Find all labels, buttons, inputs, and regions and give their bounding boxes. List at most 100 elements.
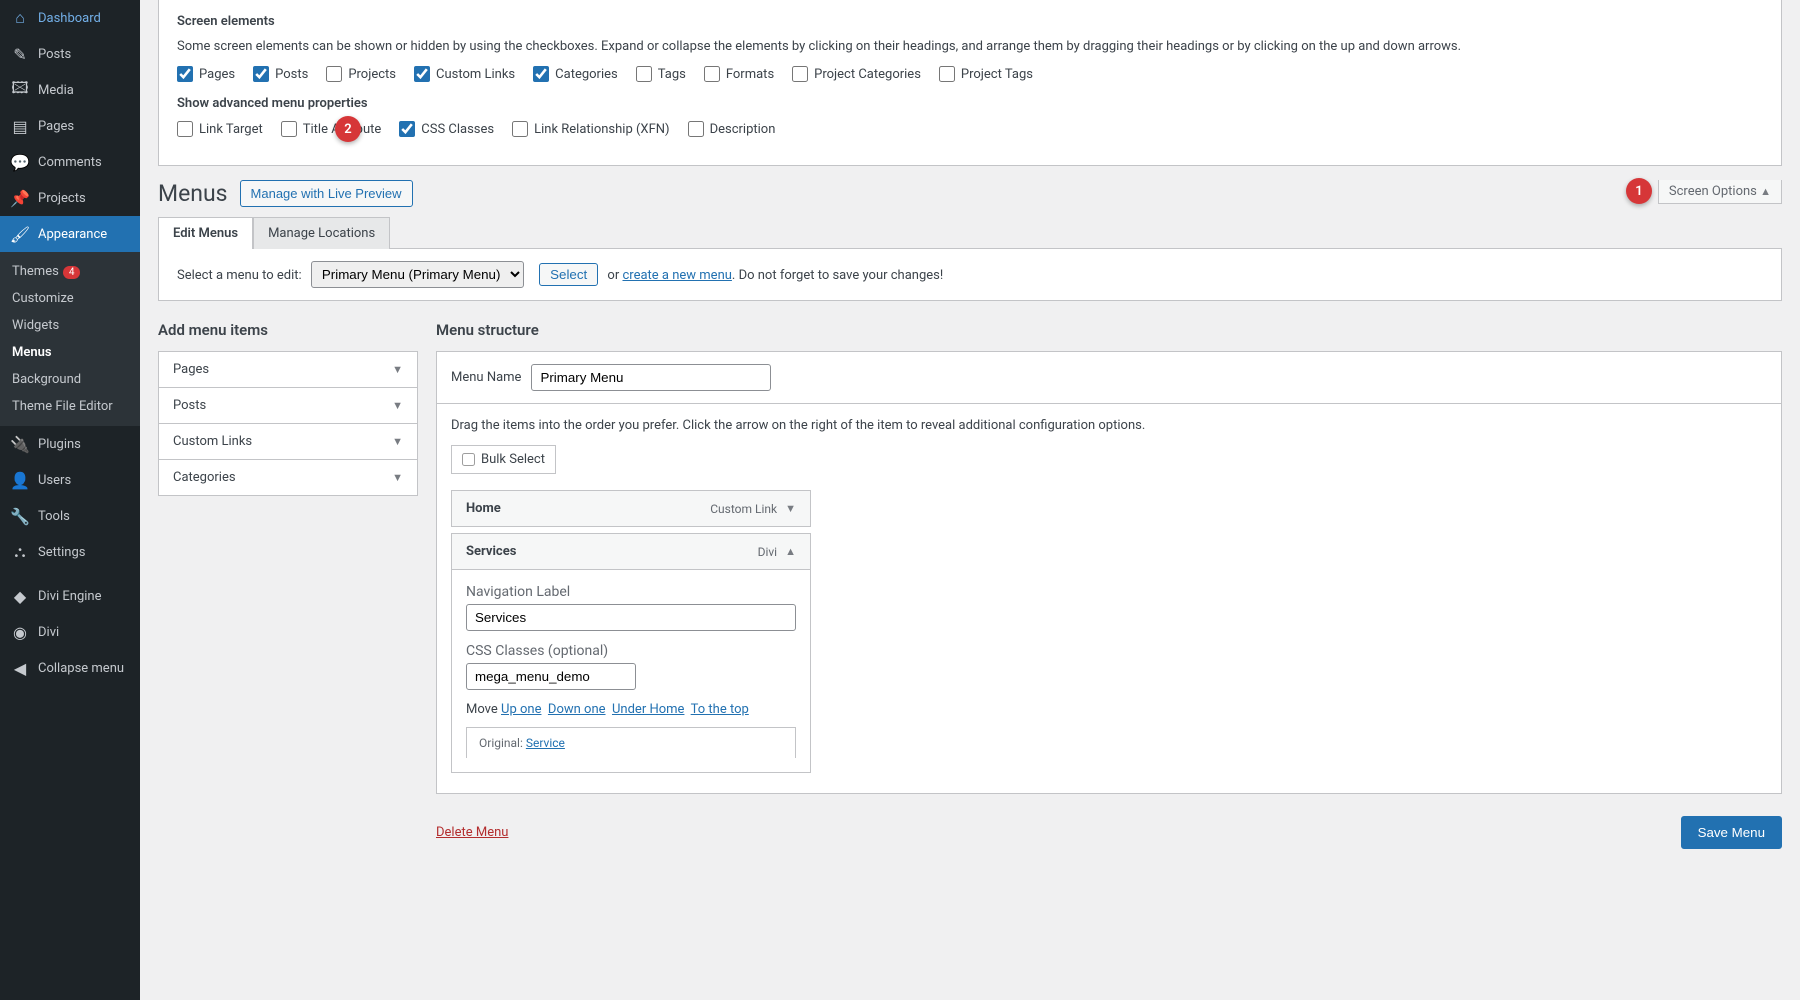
chk-formats[interactable]: Formats — [704, 66, 774, 82]
chk-title-attribute[interactable]: Title Attribute — [281, 121, 382, 137]
create-new-menu-link[interactable]: create a new menu — [622, 268, 731, 283]
move-up-one-link[interactable]: Up one — [501, 702, 541, 717]
chk-css-classes-input[interactable] — [399, 121, 415, 137]
chk-project-categories-input[interactable] — [792, 66, 808, 82]
chk-project-tags-input[interactable] — [939, 66, 955, 82]
sidebar-sub-widgets[interactable]: Widgets — [0, 312, 140, 339]
media-icon: 🖾 — [10, 80, 30, 100]
chk-tags-input[interactable] — [636, 66, 652, 82]
chk-description-input[interactable] — [688, 121, 704, 137]
chk-link-relationship-input[interactable] — [512, 121, 528, 137]
bulk-select-toggle[interactable]: Bulk Select — [451, 445, 556, 474]
sidebar-item-appearance[interactable]: 🖌Appearance — [0, 216, 140, 252]
move-label: Move — [466, 702, 498, 717]
chk-label: CSS Classes — [421, 122, 494, 137]
menu-structure-panel: Menu Name Drag the items into the order … — [436, 351, 1782, 794]
select-menu-button[interactable]: Select — [539, 263, 598, 286]
navigation-label-input[interactable] — [466, 604, 796, 631]
menu-item-home[interactable]: Home Custom Link▼ — [451, 490, 811, 527]
chk-tags[interactable]: Tags — [636, 66, 686, 82]
menu-item-header[interactable]: Home Custom Link▼ — [452, 491, 810, 526]
plugins-icon: 🔌 — [10, 434, 30, 454]
sidebar-item-label: Comments — [38, 155, 102, 170]
delete-menu-link[interactable]: Delete Menu — [436, 825, 508, 840]
screen-options-toggle[interactable]: Screen Options ▲ — [1658, 180, 1782, 204]
chk-posts-input[interactable] — [253, 66, 269, 82]
sidebar-item-divi-engine[interactable]: ◆Divi Engine — [0, 578, 140, 614]
divi-icon: ◉ — [10, 622, 30, 642]
sidebar-sub-background[interactable]: Background — [0, 366, 140, 393]
menu-select-dropdown[interactable]: Primary Menu (Primary Menu) — [311, 261, 524, 288]
sidebar-sub-customize[interactable]: Customize — [0, 285, 140, 312]
sidebar-item-dashboard[interactable]: ⌂Dashboard — [0, 0, 140, 36]
move-down-one-link[interactable]: Down one — [548, 702, 606, 717]
chk-project-tags[interactable]: Project Tags — [939, 66, 1033, 82]
sidebar-item-projects[interactable]: 📌Projects — [0, 180, 140, 216]
menu-item-services[interactable]: Services Divi▲ Navigation Label CSS Clas… — [451, 533, 811, 773]
save-menu-button[interactable]: Save Menu — [1681, 816, 1782, 849]
chk-pages-input[interactable] — [177, 66, 193, 82]
acc-posts[interactable]: Posts▼ — [159, 388, 417, 424]
chk-posts[interactable]: Posts — [253, 66, 308, 82]
chk-projects[interactable]: Projects — [326, 66, 396, 82]
chk-title-attribute-input[interactable] — [281, 121, 297, 137]
sidebar-item-pages[interactable]: ▤Pages — [0, 108, 140, 144]
chk-formats-input[interactable] — [704, 66, 720, 82]
acc-categories[interactable]: Categories▼ — [159, 460, 417, 495]
chk-link-relationship[interactable]: Link Relationship (XFN) — [512, 121, 669, 137]
sidebar-sub-menus[interactable]: Menus — [0, 339, 140, 366]
sidebar-item-divi[interactable]: ◉ Divi — [0, 614, 140, 650]
original-label: Original: — [479, 736, 523, 750]
chk-categories[interactable]: Categories — [533, 66, 618, 82]
chk-project-categories[interactable]: Project Categories — [792, 66, 921, 82]
sidebar-item-plugins[interactable]: 🔌Plugins — [0, 426, 140, 462]
chk-custom-links[interactable]: Custom Links — [414, 66, 515, 82]
caret-down-icon: ▼ — [392, 363, 403, 376]
tab-manage-locations[interactable]: Manage Locations — [253, 217, 390, 249]
sidebar-item-users[interactable]: 👤 Users — [0, 462, 140, 498]
menu-name-input[interactable] — [531, 364, 771, 391]
manage-live-preview-button[interactable]: Manage with Live Preview — [240, 180, 413, 207]
acc-custom-links[interactable]: Custom Links▼ — [159, 424, 417, 460]
add-items-accordion: Pages▼ Posts▼ Custom Links▼ Categories▼ — [158, 351, 418, 496]
chk-link-target[interactable]: Link Target — [177, 121, 263, 137]
add-menu-items-column: Add menu items Pages▼ Posts▼ Custom Link… — [158, 321, 418, 496]
chk-custom-links-input[interactable] — [414, 66, 430, 82]
sidebar-item-posts[interactable]: ✎Posts — [0, 36, 140, 72]
original-link[interactable]: Service — [526, 736, 565, 750]
chk-categories-input[interactable] — [533, 66, 549, 82]
sidebar-sub-themes[interactable]: Themes4 — [0, 258, 140, 285]
sidebar-item-media[interactable]: 🖾Media — [0, 72, 140, 108]
chk-pages[interactable]: Pages — [177, 66, 235, 82]
menu-item-header[interactable]: Services Divi▲ — [452, 534, 810, 569]
sidebar-item-comments[interactable]: 💬Comments — [0, 144, 140, 180]
chk-label: Link Relationship (XFN) — [534, 122, 669, 137]
sidebar-item-label: Divi — [38, 625, 59, 640]
appearance-icon: 🖌 — [10, 224, 30, 244]
css-classes-input[interactable] — [466, 663, 636, 690]
caret-down-icon: ▼ — [392, 471, 403, 484]
acc-pages[interactable]: Pages▼ — [159, 352, 417, 388]
original-box: Original: Service — [466, 727, 796, 758]
sidebar-sub-theme-editor[interactable]: Theme File Editor — [0, 393, 140, 420]
chk-label: Custom Links — [436, 67, 515, 82]
chk-description[interactable]: Description — [688, 121, 776, 137]
page-title: Menus — [158, 180, 228, 207]
sidebar-item-settings[interactable]: ⛬Settings — [0, 534, 140, 570]
chk-link-target-input[interactable] — [177, 121, 193, 137]
sub-label: Themes — [12, 264, 59, 279]
sidebar-item-label: Users — [38, 473, 71, 488]
menu-item-title: Services — [466, 544, 516, 559]
chk-projects-input[interactable] — [326, 66, 342, 82]
bulk-select-label: Bulk Select — [481, 452, 545, 467]
main-content: Screen elements Some screen elements can… — [140, 0, 1800, 1000]
bulk-select-checkbox[interactable] — [462, 453, 475, 466]
move-under-home-link[interactable]: Under Home — [612, 702, 684, 717]
sidebar-item-tools[interactable]: 🔧Tools — [0, 498, 140, 534]
chk-css-classes[interactable]: CSS Classes — [399, 121, 494, 137]
tab-edit-menus[interactable]: Edit Menus — [158, 217, 253, 249]
users-icon: 👤 — [10, 470, 30, 490]
sidebar-item-collapse[interactable]: ◀Collapse menu — [0, 650, 140, 686]
sidebar-item-label: Divi Engine — [38, 589, 101, 604]
move-to-top-link[interactable]: To the top — [691, 702, 749, 717]
